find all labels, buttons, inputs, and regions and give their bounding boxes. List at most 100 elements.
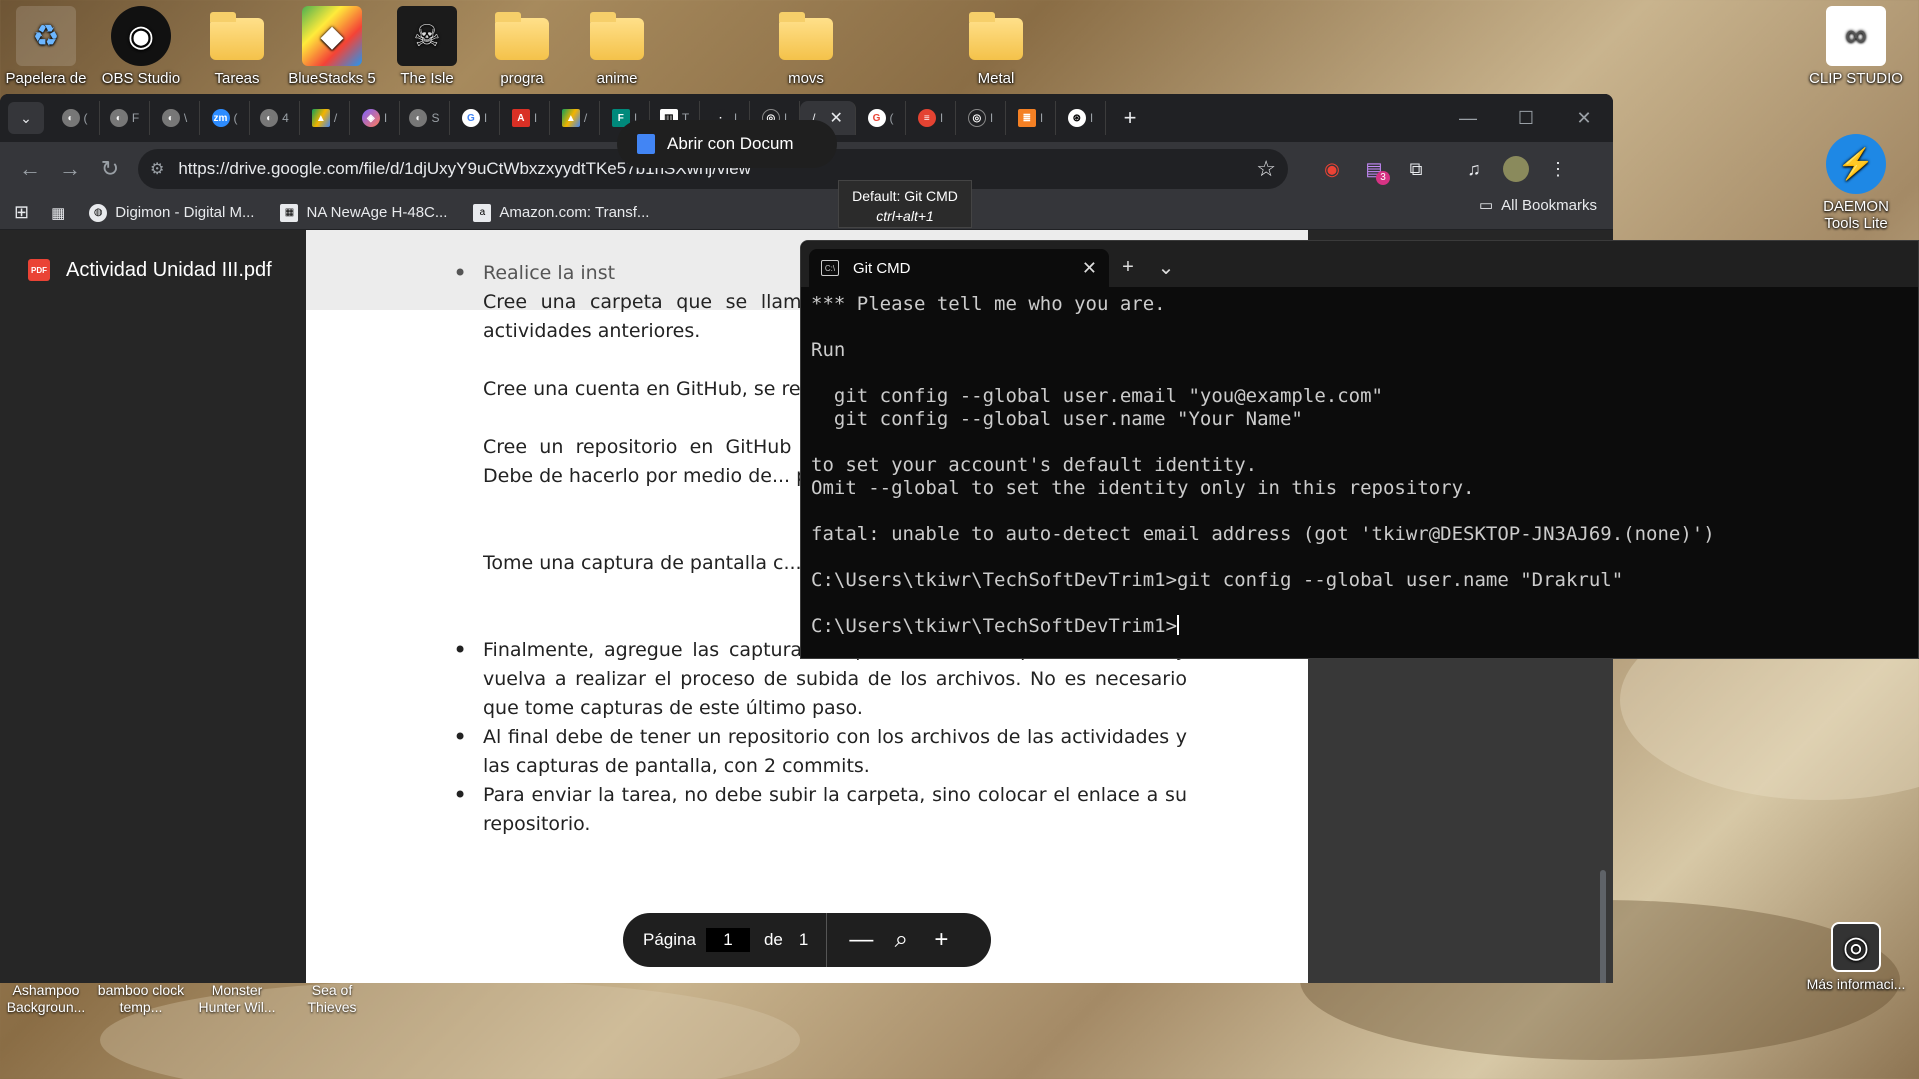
all-bookmarks-label: All Bookmarks — [1501, 196, 1597, 214]
text-cursor — [1177, 615, 1180, 635]
the-isle-icon: ☠ — [397, 6, 457, 66]
terminal-line: ​ — [811, 500, 1908, 523]
desktop-icon-label: BlueStacks 5 — [288, 70, 376, 87]
terminal-line: *** Please tell me who you are. — [811, 293, 1166, 315]
terminal-line: fatal: unable to auto-detect email addre… — [811, 523, 1715, 545]
tab[interactable]: ⊛ I — [1056, 101, 1106, 135]
desktop-icon-monster-hunter[interactable]: Monster Hunter Wil... — [191, 982, 283, 1016]
desktop-icon-the-isle[interactable]: ☠ The Isle — [381, 6, 473, 87]
new-tab-button[interactable]: + — [1114, 102, 1146, 134]
bookmark-item[interactable]: ◍ Digimon - Digital M... — [89, 203, 254, 222]
desktop-icon-ashampoo[interactable]: Ashampoo Backgroun... — [0, 982, 92, 1016]
page-label: Página — [643, 930, 696, 949]
bookmark-item[interactable]: ▦ NA NewAge H-48C... — [280, 203, 448, 222]
tab-favicon-icon: ◐ — [260, 109, 279, 127]
tab[interactable]: ▲ / — [300, 101, 350, 135]
chevron-down-icon: ⌄ — [1157, 256, 1175, 279]
tab[interactable]: ◐ 4 — [250, 101, 300, 135]
tab[interactable]: ≣ I — [1006, 101, 1056, 135]
desktop-icon-metal[interactable]: Metal — [950, 6, 1042, 87]
terminal-prompt-line: C:\Users\tkiwr\TechSoftDevTrim1> — [811, 615, 1908, 638]
more-menu-icon[interactable]: ⋮ — [1538, 149, 1578, 189]
all-bookmarks-button[interactable]: ▭ All Bookmarks — [1479, 196, 1597, 215]
tab-favicon-icon: ◐ — [409, 109, 428, 127]
terminal-line: ​ — [811, 362, 1908, 385]
desktop-icon-daemon-tools[interactable]: ⚡ DAEMON Tools Lite — [1806, 134, 1906, 232]
desktop-icon-more-info[interactable]: ◎ Más informaci... — [1806, 922, 1906, 993]
bookmark-item[interactable]: a Amazon.com: Transf... — [473, 203, 649, 222]
zoom-in-button[interactable]: + — [921, 920, 961, 960]
bookmark-icon-only[interactable]: ▦ — [51, 204, 65, 222]
terminal-line: C:\Users\tkiwr\TechSoftDevTrim1>git conf… — [811, 569, 1624, 591]
tab[interactable]: ≡ I — [906, 101, 956, 135]
tab-favicon-icon: ◐ — [161, 109, 180, 127]
terminal-line: Run — [811, 339, 846, 361]
extension-record-icon[interactable]: ◉ — [1312, 149, 1352, 189]
desktop-icon-label: Metal — [977, 70, 1015, 87]
desktop-icon-recycle-bin[interactable]: ♻ Papelera de — [0, 6, 92, 87]
arrow-right-icon: → — [59, 156, 81, 181]
amazon-icon: a — [473, 203, 492, 222]
zoom-out-button[interactable]: — — [841, 920, 881, 960]
zoom-icon: ⌕ — [894, 926, 909, 953]
tab[interactable]: ◐( — [50, 101, 100, 135]
page-number-input[interactable]: 1 — [705, 928, 750, 952]
tab-favicon-icon: ◐ — [109, 109, 128, 127]
pdf-icon: PDF — [28, 259, 50, 281]
tab[interactable]: AI — [500, 101, 550, 135]
zoom-icon: zm — [211, 109, 230, 127]
desktop-icon-movs[interactable]: movs — [760, 6, 852, 87]
desktop-icon-tareas[interactable]: Tareas — [191, 6, 283, 87]
tab[interactable]: ◈ I — [350, 101, 400, 135]
desktop-icon-sea-of-thieves[interactable]: Sea of Thieves — [286, 982, 378, 1016]
desktop-icon-progra[interactable]: progra — [476, 6, 568, 87]
back-button[interactable]: ← — [10, 149, 50, 189]
terminal-tab[interactable]: C:\ Git CMD ✕ — [809, 249, 1109, 287]
desktop-icon-anime[interactable]: anime — [571, 6, 663, 87]
tab[interactable]: G( — [856, 101, 906, 135]
arrow-left-icon: ← — [19, 156, 41, 181]
close-icon[interactable]: ✕ — [829, 108, 842, 128]
tab[interactable]: ◎ I — [956, 101, 1006, 135]
profile-avatar[interactable] — [1496, 149, 1536, 189]
bookmark-label: NA NewAge H-48C... — [306, 204, 448, 221]
file-name: Actividad Unidad III.pdf — [66, 258, 272, 281]
new-terminal-tab-button[interactable]: + — [1109, 248, 1147, 286]
forward-button[interactable]: → — [50, 149, 90, 189]
bookmark-star-icon[interactable]: ☆ — [1256, 156, 1276, 182]
extensions-puzzle-icon[interactable]: ⧉ — [1396, 149, 1436, 189]
reload-button[interactable]: ↻ — [90, 149, 130, 189]
desktop-icon-obs[interactable]: ◉ OBS Studio — [95, 6, 187, 87]
terminal-line: ​ — [811, 316, 1908, 339]
apps-grid-icon[interactable]: ⊞ — [14, 202, 29, 223]
desktop-icon-clip-studio[interactable]: ∞ CLIP STUDIO — [1806, 6, 1906, 87]
page-of-label: de — [763, 930, 783, 949]
google-docs-icon — [637, 134, 655, 154]
media-control-icon[interactable]: ♫ — [1454, 149, 1494, 189]
close-icon[interactable]: ✕ — [1082, 258, 1097, 279]
tab[interactable]: ▲ / — [550, 101, 600, 135]
open-with-docs-button[interactable]: Abrir con Docum — [617, 120, 837, 168]
terminal-output[interactable]: *** Please tell me who you are.​Run​ git… — [801, 287, 1918, 644]
desktop-icon-bamboo[interactable]: bamboo clock temp... — [95, 982, 187, 1016]
reload-icon: ↻ — [100, 156, 120, 181]
tab[interactable]: ◐ F — [100, 101, 150, 135]
extension-days-icon[interactable]: ▤ 3 — [1354, 149, 1394, 189]
close-window-button[interactable]: ✕ — [1555, 94, 1613, 142]
minimize-button[interactable]: — — [1439, 94, 1497, 142]
terminal-dropdown-button[interactable]: ⌄ — [1147, 248, 1185, 286]
tab[interactable]: zm( — [200, 101, 250, 135]
github-icon: ◎ — [967, 109, 986, 127]
desktop-icon-label: Tareas — [214, 70, 260, 87]
tab-search-button[interactable]: ⌄ — [8, 102, 44, 134]
maximize-button[interactable]: ☐ — [1497, 94, 1555, 142]
site-info-icon[interactable]: ⚙ — [150, 159, 164, 179]
plus-icon: + — [1123, 105, 1137, 130]
desktop-icon-bluestacks[interactable]: ◆ BlueStacks 5 — [286, 6, 378, 87]
tab[interactable]: ◐ S — [400, 101, 450, 135]
tab[interactable]: ◐ \ — [150, 101, 200, 135]
todoist-icon: ≡ — [917, 109, 936, 127]
page-scrollbar[interactable] — [1600, 870, 1606, 983]
tab[interactable]: GI — [450, 101, 500, 135]
desktop-icon-label: Más informaci... — [1806, 976, 1906, 992]
